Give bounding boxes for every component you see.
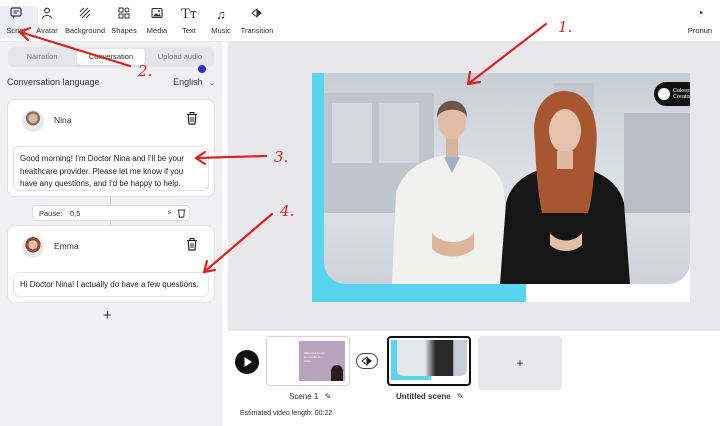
scene-label-text: Untitled scene bbox=[396, 392, 451, 401]
play-icon bbox=[244, 357, 252, 367]
avatar-nina[interactable] bbox=[22, 110, 44, 132]
tool-background[interactable]: Background bbox=[63, 6, 107, 38]
pause-control[interactable]: Pause: 0,5 s bbox=[32, 205, 190, 221]
script-panel: Narration Conversation Upload audio Conv… bbox=[0, 42, 222, 426]
trash-icon[interactable] bbox=[186, 112, 200, 128]
conversation-language-label: Conversation language bbox=[7, 77, 100, 87]
tab-upload-audio[interactable]: Upload audio bbox=[148, 49, 212, 65]
chevron-down-icon: ⌄ bbox=[209, 80, 215, 87]
speaker-name[interactable]: Emma bbox=[54, 241, 79, 251]
pause-label: Pause: bbox=[39, 209, 63, 218]
trash-icon[interactable] bbox=[186, 238, 200, 254]
transition-icon bbox=[361, 355, 372, 367]
thumb-avatar-1 bbox=[331, 365, 343, 381]
top-toolbar: Script Avatar Background Shapes Media Tт… bbox=[0, 0, 720, 42]
background-icon bbox=[63, 6, 107, 24]
tab-narration[interactable]: Narration bbox=[10, 49, 74, 65]
pronunciation-icon: ◔ bbox=[696, 6, 704, 20]
estimated-length: Estimated video length: 00:22 bbox=[240, 410, 333, 417]
brand-logo: Colossyan Creator™ bbox=[654, 82, 690, 106]
scene-background-image[interactable] bbox=[324, 73, 690, 284]
logo-text: Colossyan Creator™ bbox=[673, 88, 690, 100]
conversation-language-row: Conversation language English ⌄ bbox=[7, 77, 215, 91]
language-value: English bbox=[173, 77, 203, 87]
thumb-scene-2 bbox=[397, 340, 467, 376]
tool-pronunciation-label: Pronun bbox=[687, 26, 713, 35]
scene-timeline: Welcome to my wonderful to video + Scene… bbox=[228, 331, 720, 426]
edit-pencil-icon[interactable]: ✎ bbox=[325, 392, 332, 401]
scene-label-text: Scene 1 bbox=[289, 392, 319, 401]
pause-input[interactable]: 0,5 bbox=[70, 209, 80, 218]
add-scene-button[interactable]: + bbox=[478, 336, 562, 390]
tool-background-label: Background bbox=[64, 26, 106, 35]
tool-transition-label: Transition bbox=[240, 26, 274, 35]
transition-icon bbox=[235, 6, 279, 24]
script-mode-tabs: Narration Conversation Upload audio bbox=[8, 47, 214, 67]
speaker-name[interactable]: Nina bbox=[54, 115, 71, 125]
canvas-area: Colossyan Creator™ bbox=[228, 42, 720, 331]
thumb-text-1: Welcome to my wonderful to video bbox=[304, 351, 325, 363]
script-textbox[interactable]: Hi Doctor Nina! I actually do have a few… bbox=[13, 272, 209, 297]
dialogue-line-nina: Nina Good morning! I'm Doctor Nina and I… bbox=[7, 99, 215, 197]
dialogue-line-emma: Emma Hi Doctor Nina! I actually do have … bbox=[7, 225, 215, 303]
scene-thumbnail-1[interactable]: Welcome to my wonderful to video bbox=[266, 336, 350, 386]
speaker-row: Nina bbox=[22, 110, 202, 132]
logo-mark-icon bbox=[658, 88, 670, 100]
tool-pronunciation[interactable]: ◔ Pronun bbox=[680, 6, 720, 35]
trash-icon[interactable] bbox=[177, 208, 186, 220]
play-button[interactable] bbox=[235, 350, 259, 374]
scene-1-label[interactable]: Scene 1 ✎ bbox=[289, 392, 331, 401]
video-canvas[interactable]: Colossyan Creator™ bbox=[312, 73, 690, 302]
transition-button[interactable] bbox=[356, 353, 378, 369]
add-dialogue-line-button[interactable]: + bbox=[103, 307, 112, 324]
avatar-emma[interactable] bbox=[22, 236, 44, 258]
script-textbox[interactable]: Good morning! I'm Doctor Nina and I'll b… bbox=[13, 146, 209, 191]
office-scene bbox=[324, 83, 690, 284]
edit-pencil-icon[interactable]: ✎ bbox=[457, 392, 464, 401]
speaker-row: Emma bbox=[22, 236, 202, 258]
cursor-dot bbox=[198, 65, 206, 73]
scene-thumbnail-2[interactable] bbox=[387, 336, 471, 386]
tab-conversation[interactable]: Conversation bbox=[77, 49, 145, 65]
scene-2-label[interactable]: Untitled scene ✎ bbox=[396, 392, 464, 401]
pause-unit: s bbox=[167, 209, 171, 216]
tool-transition[interactable]: Transition bbox=[235, 6, 279, 38]
language-select[interactable]: English ⌄ bbox=[173, 77, 215, 87]
